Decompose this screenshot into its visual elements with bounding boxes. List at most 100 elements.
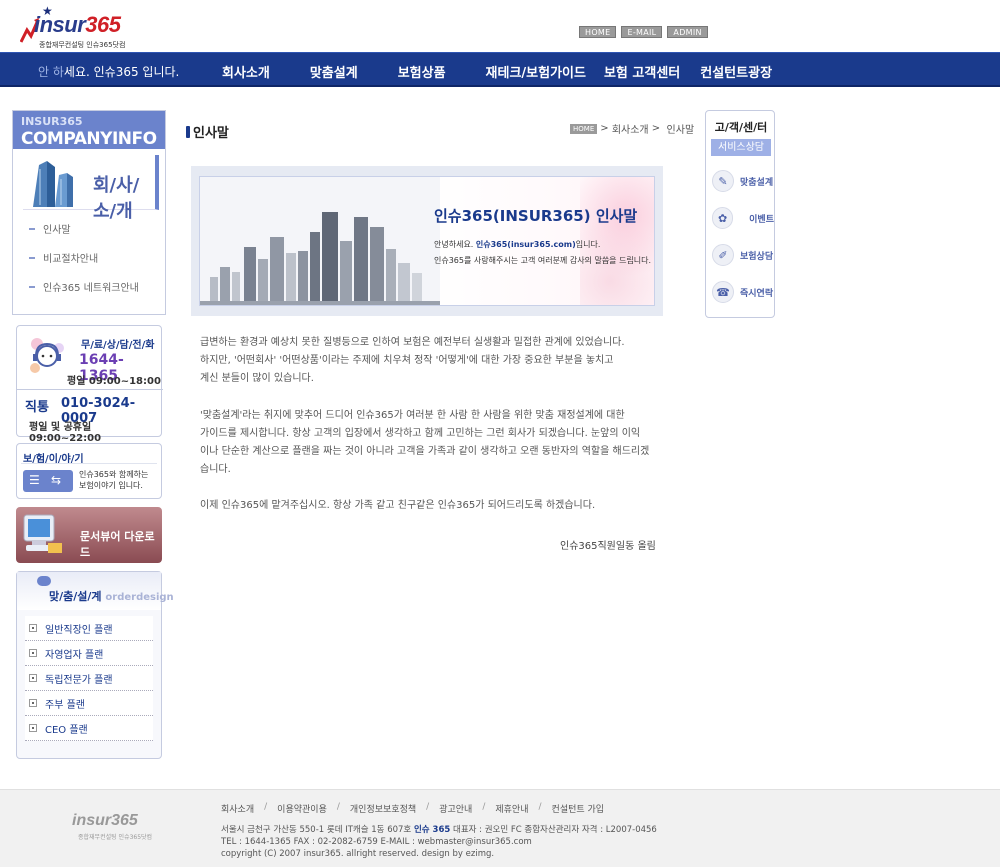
nav-greeting: 안 하세요. 인슈365 입니다. bbox=[38, 65, 180, 79]
separator: / bbox=[264, 802, 268, 812]
nav-item-guide[interactable]: 재테크/보험가이드 bbox=[486, 62, 586, 81]
computer-icon bbox=[23, 514, 62, 553]
footer-logo-text: insur365 bbox=[72, 812, 138, 829]
call-label: 무/료/상/담/전/화 bbox=[81, 340, 155, 351]
submenu-item-network[interactable]: 인슈365 네트워크안내 bbox=[29, 279, 139, 294]
dash-icon bbox=[29, 285, 35, 288]
left-sidebar: INSUR365 COMPANYINFO 회/사/소/개 인사말 비교절차안내 … bbox=[12, 110, 174, 759]
plan-item-office-worker[interactable]: 일반직장인 플랜 bbox=[25, 616, 153, 641]
speech-bubble-icon bbox=[37, 576, 51, 586]
bullet-box-icon bbox=[29, 724, 37, 732]
nav-item-consultant[interactable]: 컨설턴트광장 bbox=[700, 62, 772, 81]
plan-item-self-employed[interactable]: 자영업자 플랜 bbox=[25, 641, 153, 666]
submenu-item-compare[interactable]: 비교절차안내 bbox=[29, 250, 139, 265]
company-submenu: 인사말 비교절차안내 인슈365 네트워크안내 bbox=[29, 221, 139, 308]
plan-item-housewife[interactable]: 주부 플랜 bbox=[25, 691, 153, 716]
submenu-label: 비교절차안내 bbox=[43, 254, 99, 265]
footer-logo: insur365 종합재무컨설팅 인슈365닷컴 bbox=[64, 812, 152, 842]
order-design-box: 맞/춤/설/계 orderdesign 일반직장인 플랜 자영업자 플랜 독립전… bbox=[16, 571, 174, 759]
paragraph-2: '맞춤설계'라는 취지에 맞추어 드디어 인슈365가 여러분 한 사람 한 사… bbox=[200, 409, 650, 476]
company-title: 회/사/소/개 bbox=[93, 175, 140, 222]
doc-viewer-download-button[interactable]: 문서뷰어 다운로드 bbox=[16, 507, 162, 563]
page: ★ insur365 종합재무컨설팅 인슈365닷컴 HOME E-MAIL A… bbox=[0, 0, 1000, 867]
signature: 인슈365직원일동 올림 bbox=[560, 541, 656, 552]
divider bbox=[21, 463, 157, 464]
order-design-title: 맞/춤/설/계 orderdesign bbox=[49, 590, 174, 603]
company-info-small: INSUR365 bbox=[21, 115, 83, 128]
main-nav: 안 하세요. 인슈365 입니다. 회사소개 맞춤설계 보험상품 재테크/보험가… bbox=[0, 52, 1000, 87]
story-text: 인슈365와 함께하는 보험이야기 입니다. bbox=[79, 470, 149, 490]
company-info-box: INSUR365 COMPANYINFO 회/사/소/개 인사말 비교절차안내 … bbox=[12, 110, 166, 315]
submenu-item-greeting[interactable]: 인사말 bbox=[29, 221, 139, 236]
service-consult-tab[interactable]: 서비스상담 bbox=[711, 139, 771, 156]
banner-line2: 인슈365를 사랑해주시는 고객 여러분께 감사의 말씀을 드립니다. bbox=[434, 256, 652, 265]
plan-item-ceo[interactable]: CEO 플랜 bbox=[25, 716, 153, 741]
headset-icon bbox=[30, 338, 64, 373]
greeting-body: 급변하는 환경과 예상치 못한 질병등으로 인하여 보험은 예전부터 실생활과 … bbox=[200, 334, 670, 534]
plan-item-professional[interactable]: 독립전문가 플랜 bbox=[25, 666, 153, 691]
admin-button[interactable]: ADMIN bbox=[667, 26, 708, 38]
rb-item-event[interactable]: ✿ 이벤트 bbox=[712, 204, 774, 232]
separator: / bbox=[482, 802, 486, 812]
submenu-label: 인슈365 네트워크안내 bbox=[43, 283, 139, 294]
phone-icon: ☎ bbox=[712, 281, 734, 303]
dash-icon bbox=[29, 256, 35, 259]
footer-link-privacy[interactable]: 개인정보보호정책 bbox=[350, 802, 416, 815]
paragraph-3: 이제 인슈365에 맡겨주십시오. 항상 가족 같고 친구같은 인슈365가 되… bbox=[200, 500, 596, 512]
breadcrumb-home[interactable]: HOME bbox=[570, 123, 598, 134]
nav-item-custom-design[interactable]: 맞춤설계 bbox=[310, 62, 358, 81]
customer-center-sidebar: 고/객/센/터 서비스상담 ✎ 맞춤설계 ✿ 이벤트 ✐ 보험상담 ☎ 즉시연락 bbox=[705, 110, 775, 318]
pen-icon: ✐ bbox=[712, 244, 734, 266]
city-skyline-image bbox=[200, 177, 440, 305]
header: ★ insur365 종합재무컨설팅 인슈365닷컴 HOME E-MAIL A… bbox=[0, 0, 1000, 52]
bullet-box-icon bbox=[29, 624, 37, 632]
nav-item-customer-center[interactable]: 보험 고객센터 bbox=[604, 62, 680, 81]
separator: / bbox=[336, 802, 340, 812]
bullet-box-icon bbox=[29, 649, 37, 657]
submenu-label: 인사말 bbox=[43, 225, 71, 236]
site-logo[interactable]: ★ insur365 종합재무컨설팅 인슈365닷컴 bbox=[20, 4, 140, 50]
footer-link-consultant-join[interactable]: 컨설턴트 가입 bbox=[552, 802, 605, 815]
free-call-box: 무/료/상/담/전/화 1644-1365 평일 09:00~18:00 직통 … bbox=[16, 325, 163, 444]
banner-inner: 인슈365(INSUR365) 인사말 안녕하세요. 인슈365(insur36… bbox=[199, 176, 655, 306]
top-buttons: HOME E-MAIL ADMIN bbox=[579, 26, 708, 38]
bullet-box-icon bbox=[29, 674, 37, 682]
footer: insur365 종합재무컨설팅 인슈365닷컴 회사소개 / 이용약관이용 / 개… bbox=[0, 789, 1000, 867]
footer-contact-line: TEL : 1644-1365 FAX : 02-2082-6759 E-MAI… bbox=[221, 837, 532, 847]
footer-copyright: copyright (C) 2007 insur365. allright re… bbox=[221, 849, 495, 859]
breadcrumb-level2: 인사말 bbox=[666, 125, 695, 136]
order-design-list: 일반직장인 플랜 자영업자 플랜 독립전문가 플랜 주부 플랜 CEO 플랜 bbox=[25, 616, 153, 741]
separator: / bbox=[426, 802, 430, 812]
footer-link-company[interactable]: 회사소개 bbox=[221, 802, 254, 815]
breadcrumb-level1[interactable]: 회사소개 bbox=[612, 121, 649, 136]
rb-item-custom-design[interactable]: ✎ 맞춤설계 bbox=[712, 167, 774, 195]
footer-link-partnership[interactable]: 제휴안내 bbox=[495, 802, 528, 815]
rb-item-instant-contact[interactable]: ☎ 즉시연락 bbox=[712, 278, 774, 306]
company-info-header: INSUR365 COMPANYINFO bbox=[13, 111, 165, 149]
building-icon bbox=[33, 161, 73, 207]
direct-label: 직통 bbox=[25, 400, 49, 415]
insurance-story-box[interactable]: 보/험/이/야/기 ☰ ⇆ 인슈365와 함께하는 보험이야기 입니다. bbox=[16, 443, 162, 499]
banner-line1: 안녕하세요. 인슈365(insur365.com)입니다. bbox=[434, 240, 601, 249]
dash-icon bbox=[29, 227, 35, 230]
logo-text: insur365 bbox=[34, 12, 121, 37]
greeting-banner: 인슈365(INSUR365) 인사말 안녕하세요. 인슈365(insur36… bbox=[191, 166, 663, 316]
title-bar-icon bbox=[186, 125, 190, 138]
gift-icon: ✿ bbox=[712, 207, 734, 229]
footer-link-ads[interactable]: 광고안내 bbox=[439, 802, 472, 815]
rb-item-insurance-consult[interactable]: ✐ 보험상담 bbox=[712, 241, 774, 269]
paragraph-1: 급변하는 환경과 예상치 못한 질병등으로 인하여 보험은 예전부터 실생활과 … bbox=[200, 337, 625, 385]
email-button[interactable]: E-MAIL bbox=[621, 26, 663, 38]
banner-title: 인슈365(INSUR365) 인사말 bbox=[434, 207, 638, 225]
viewer-label: 문서뷰어 다운로드 bbox=[80, 530, 155, 559]
footer-link-terms[interactable]: 이용약관이용 bbox=[277, 802, 327, 815]
chevron-right-icon: > bbox=[600, 123, 612, 134]
separator: / bbox=[538, 802, 542, 812]
document-icon: ✎ bbox=[712, 170, 734, 192]
logo-tagline: 종합재무컨설팅 인슈365닷컴 bbox=[39, 41, 126, 49]
company-title-row: 회/사/소/개 bbox=[23, 155, 159, 222]
home-button[interactable]: HOME bbox=[579, 26, 617, 38]
nav-item-company[interactable]: 회사소개 bbox=[222, 62, 270, 81]
nav-item-products[interactable]: 보험상품 bbox=[398, 62, 446, 81]
footer-address-line: 서울시 금천구 가산동 550-1 롯데 IT캐슬 1동 607호 인슈 365… bbox=[221, 825, 657, 835]
